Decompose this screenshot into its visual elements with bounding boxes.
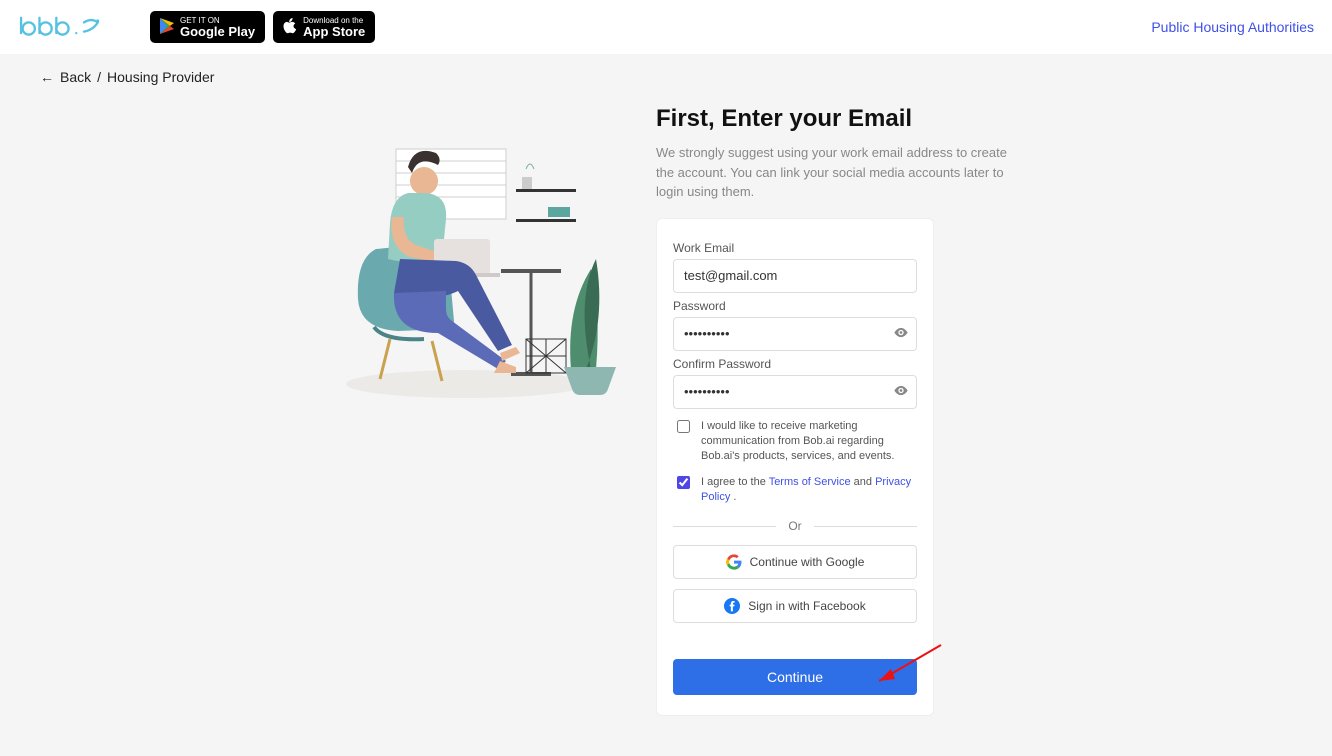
page-title: First, Enter your Email — [656, 105, 1016, 133]
pha-link[interactable]: Public Housing Authorities — [1151, 19, 1314, 35]
breadcrumb-sep: / — [97, 69, 101, 85]
page-subtitle: We strongly suggest using your work emai… — [656, 143, 1016, 202]
back-arrow-icon[interactable]: ← — [40, 69, 54, 85]
app-store-big: App Store — [303, 25, 365, 39]
marketing-text: I would like to receive marketing commun… — [701, 419, 917, 465]
google-icon — [726, 554, 742, 570]
password-label: Password — [673, 299, 917, 313]
continue-button[interactable]: Continue — [673, 659, 917, 695]
facebook-icon — [724, 598, 740, 614]
illustration — [316, 129, 616, 409]
breadcrumb-back[interactable]: Back — [60, 69, 91, 85]
work-email-input[interactable] — [673, 259, 917, 293]
logo[interactable] — [18, 14, 110, 40]
google-play-big: Google Play — [180, 25, 255, 39]
google-play-icon — [160, 18, 174, 37]
tos-link[interactable]: Terms of Service — [769, 476, 851, 488]
continue-google-button[interactable]: Continue with Google — [673, 545, 917, 579]
app-store-badge[interactable]: Download on the App Store — [273, 11, 375, 43]
work-email-label: Work Email — [673, 241, 917, 255]
breadcrumb-current: Housing Provider — [107, 69, 214, 85]
breadcrumb: ← Back / Housing Provider — [0, 55, 1332, 99]
sign-in-facebook-button[interactable]: Sign in with Facebook — [673, 589, 917, 623]
eye-icon[interactable] — [893, 382, 909, 401]
marketing-checkbox[interactable] — [677, 420, 690, 433]
google-play-badge[interactable]: GET IT ON Google Play — [150, 11, 265, 43]
agree-checkbox[interactable] — [677, 476, 690, 489]
apple-icon — [283, 18, 297, 37]
signup-card: Work Email Password Confirm Password — [656, 218, 934, 717]
divider-or: Or — [788, 519, 801, 533]
agree-text: I agree to the Terms of Service and Priv… — [701, 475, 917, 506]
top-bar: GET IT ON Google Play Download on the Ap… — [0, 0, 1332, 55]
confirm-password-input[interactable] — [673, 375, 917, 409]
confirm-password-label: Confirm Password — [673, 357, 917, 371]
password-input[interactable] — [673, 317, 917, 351]
eye-icon[interactable] — [893, 324, 909, 343]
